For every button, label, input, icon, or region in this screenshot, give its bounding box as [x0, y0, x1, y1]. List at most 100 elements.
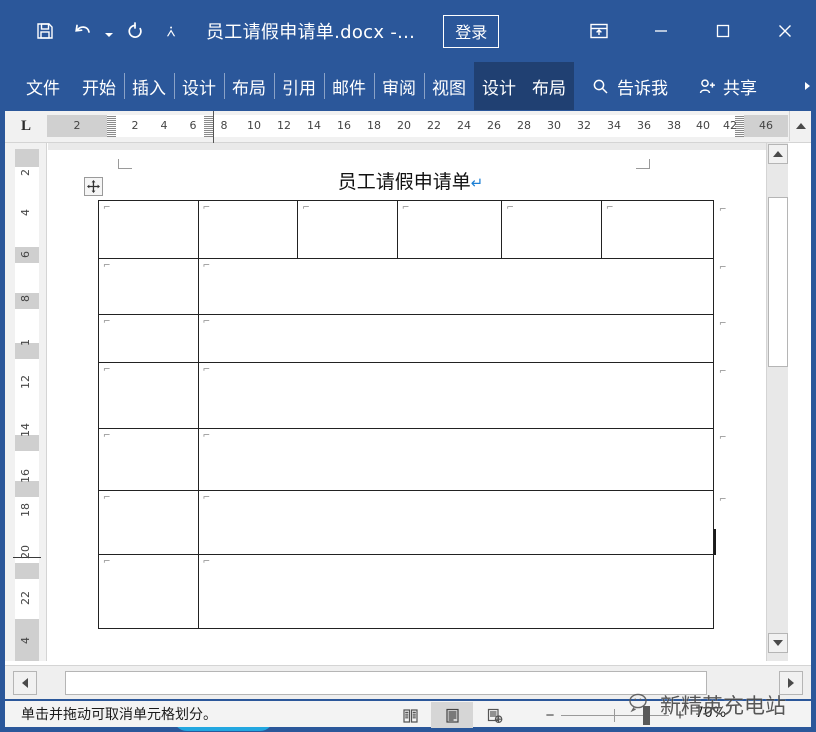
- horizontal-ruler-track[interactable]: 2 2 4 6 8 10 12 14 16 18 20 22 24 26 28 …: [47, 111, 811, 143]
- ribbon-tab-strip: 文件 开始 插入 设计 布局 引用 邮件 审阅 视图 设计 布局 告诉我 共享: [0, 62, 816, 110]
- scroll-up-button[interactable]: [768, 144, 788, 164]
- text-caret: [714, 529, 716, 555]
- ruler-tick: 10: [247, 119, 261, 132]
- cell-end-mark: ⌐: [202, 261, 211, 271]
- horizontal-scrollbar[interactable]: [5, 665, 811, 699]
- close-icon[interactable]: [754, 0, 816, 62]
- table-cell[interactable]: ⌐: [197, 428, 715, 491]
- ribbon-tab-design[interactable]: 设计: [174, 62, 224, 110]
- zoom-slider[interactable]: [561, 702, 669, 728]
- table-cell[interactable]: ⌐: [197, 490, 715, 555]
- save-icon[interactable]: [26, 12, 64, 50]
- vruler-tick: 4: [19, 637, 32, 644]
- scroll-up-button[interactable]: [789, 111, 811, 141]
- table-cell[interactable]: ⌐: [98, 200, 199, 259]
- table-cell[interactable]: ⌐: [98, 490, 199, 555]
- table-cell[interactable]: ⌐: [98, 554, 199, 629]
- cell-end-mark: ⌐: [103, 317, 111, 327]
- quick-access-toolbar: ⩑: [0, 12, 188, 50]
- sign-in-button[interactable]: 登录: [443, 14, 500, 48]
- horizontal-scroll-thumb[interactable]: [65, 671, 707, 695]
- table-cell[interactable]: ⌐: [297, 200, 398, 259]
- table-cell[interactable]: ⌐: [601, 200, 714, 259]
- minimize-icon[interactable]: [630, 0, 692, 62]
- row-end-mark: ⌐: [719, 205, 727, 215]
- cell-end-mark: ⌐: [506, 203, 514, 213]
- ribbon-tab-references[interactable]: 引用: [274, 62, 324, 110]
- ribbon-tell-me[interactable]: 告诉我: [574, 62, 676, 110]
- undo-icon[interactable]: [64, 12, 102, 50]
- vertical-scroll-thumb[interactable]: [768, 197, 788, 367]
- table-row: ⌐ ⌐ ⌐ ⌐ ⌐ ⌐: [98, 200, 714, 259]
- maximize-icon[interactable]: [692, 0, 754, 62]
- vertical-ruler[interactable]: 2 4 6 8 1 12 14 16 18 20 22 4: [5, 143, 47, 661]
- search-icon: [592, 78, 609, 95]
- print-layout-icon[interactable]: [431, 702, 473, 728]
- ruler-tick: 18: [367, 119, 381, 132]
- scroll-right-button[interactable]: [779, 671, 803, 695]
- ruler-tick: 22: [427, 119, 441, 132]
- ribbon-tab-table-design[interactable]: 设计: [474, 62, 524, 110]
- ruler-tick: 6: [189, 119, 197, 132]
- document-canvas[interactable]: 员工请假申请单↵ ⌐ ⌐ ⌐ ⌐ ⌐ ⌐ ⌐ ⌐ ⌐ ⌐ ⌐ ⌐ ⌐ ⌐ ⌐ ⌐…: [48, 143, 788, 661]
- zoom-out-button[interactable]: −: [539, 702, 561, 728]
- table-row: ⌐ ⌐: [98, 314, 715, 363]
- cell-end-mark: ⌐: [202, 317, 211, 327]
- table-cell[interactable]: ⌐: [98, 258, 199, 315]
- table-cell[interactable]: ⌐: [98, 428, 199, 491]
- leave-request-table[interactable]: ⌐ ⌐ ⌐ ⌐ ⌐ ⌐ ⌐ ⌐ ⌐ ⌐ ⌐ ⌐ ⌐ ⌐ ⌐ ⌐ ⌐ ⌐: [98, 200, 715, 629]
- document-heading[interactable]: 员工请假申请单↵: [48, 167, 773, 194]
- cell-end-mark: ⌐: [606, 203, 614, 213]
- scroll-left-button[interactable]: [13, 671, 37, 695]
- table-cell[interactable]: ⌐: [197, 258, 715, 315]
- table-move-handle-icon[interactable]: [84, 177, 103, 196]
- ribbon-display-options-icon[interactable]: [568, 0, 630, 62]
- cell-end-mark: ⌐: [202, 365, 211, 375]
- ribbon-tab-mailings[interactable]: 邮件: [324, 62, 374, 110]
- tab-stop-selector[interactable]: L: [5, 111, 47, 142]
- page-top-gap: [48, 143, 773, 150]
- horizontal-ruler[interactable]: L 2 2 4 6 8 10 12 14 16 18 20 22 24 26 2…: [5, 111, 811, 143]
- table-cell[interactable]: ⌐: [98, 314, 199, 363]
- ribbon-tab-table-layout[interactable]: 布局: [524, 62, 574, 110]
- zoom-percentage[interactable]: 70%: [695, 705, 726, 721]
- vruler-tick: 6: [19, 251, 32, 258]
- table-cell[interactable]: ⌐: [396, 200, 503, 259]
- table-cell[interactable]: ⌐: [197, 200, 299, 259]
- web-layout-icon[interactable]: [473, 702, 515, 728]
- table-cell[interactable]: ⌐: [197, 314, 715, 363]
- ruler-tick: 42: [723, 119, 737, 132]
- table-cell[interactable]: ⌐: [98, 362, 199, 429]
- scroll-down-button[interactable]: [768, 633, 788, 653]
- ruler-tick: 28: [517, 119, 531, 132]
- zoom-control[interactable]: − +: [539, 701, 691, 729]
- customize-qat-icon[interactable]: ⩑: [154, 12, 188, 50]
- ruler-tick: 16: [337, 119, 351, 132]
- ribbon-tab-layout[interactable]: 布局: [224, 62, 274, 110]
- window-controls: [568, 0, 816, 62]
- share-label: 共享: [723, 78, 757, 99]
- ribbon-share[interactable]: 共享: [676, 62, 765, 110]
- ribbon-tab-insert[interactable]: 插入: [124, 62, 174, 110]
- ribbon-tab-file[interactable]: 文件: [0, 62, 74, 110]
- cell-end-mark: ⌐: [103, 493, 111, 503]
- status-bar: 单击并拖动可取消单元格划分。 − + 70%: [5, 699, 811, 729]
- redo-icon[interactable]: [116, 12, 154, 50]
- read-mode-icon[interactable]: [389, 702, 431, 728]
- chevron-right-icon[interactable]: [800, 62, 814, 110]
- table-cell[interactable]: ⌐: [501, 200, 603, 259]
- cell-end-mark: ⌐: [202, 431, 211, 441]
- ribbon-tab-review[interactable]: 审阅: [374, 62, 424, 110]
- zoom-in-button[interactable]: +: [669, 702, 691, 728]
- document-page[interactable]: 员工请假申请单↵ ⌐ ⌐ ⌐ ⌐ ⌐ ⌐ ⌐ ⌐ ⌐ ⌐ ⌐ ⌐ ⌐ ⌐ ⌐ ⌐…: [48, 143, 773, 661]
- table-cell[interactable]: ⌐: [197, 554, 715, 629]
- table-cell[interactable]: ⌐: [197, 362, 715, 429]
- undo-dropdown-icon[interactable]: [102, 12, 116, 50]
- ruler-tick: 12: [277, 119, 291, 132]
- zoom-slider-thumb[interactable]: [643, 706, 650, 725]
- vruler-tick: 12: [19, 375, 32, 389]
- ribbon-tab-home[interactable]: 开始: [74, 62, 124, 110]
- vertical-scrollbar[interactable]: [766, 143, 788, 661]
- table-row: ⌐ ⌐: [98, 258, 715, 315]
- ribbon-tab-view[interactable]: 视图: [424, 62, 474, 110]
